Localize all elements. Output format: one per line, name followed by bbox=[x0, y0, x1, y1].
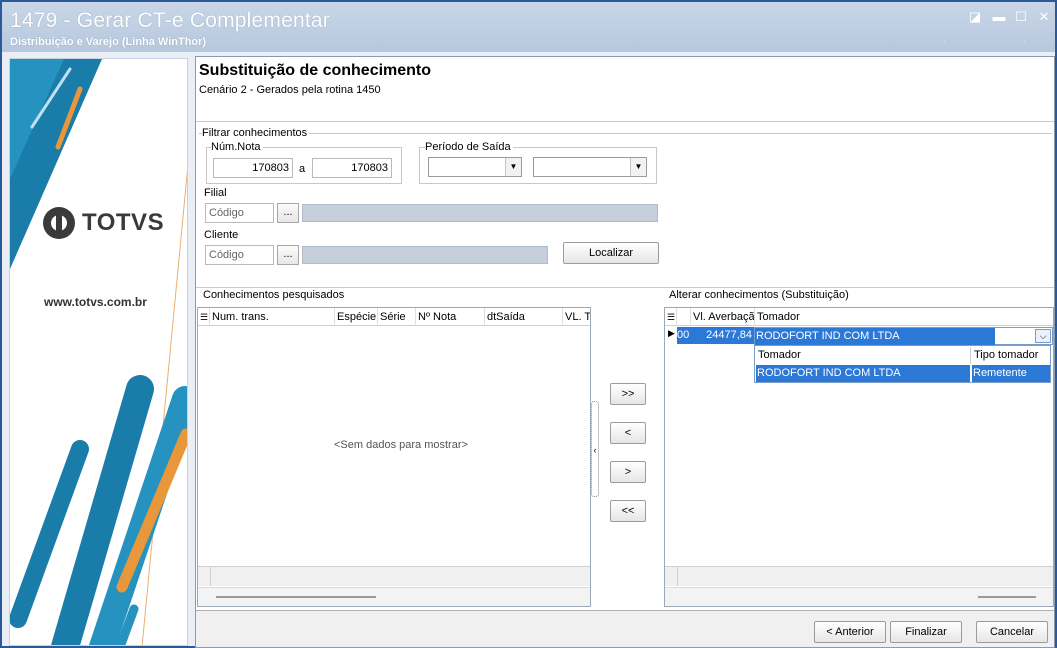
minimize-window-icon[interactable]: ▬ bbox=[992, 10, 1006, 24]
altered-grid-scrollbar[interactable] bbox=[665, 587, 1053, 606]
decorative-dots: · · · bbox=[932, 36, 946, 46]
logo-text: TOTVS bbox=[82, 209, 165, 236]
searched-grid-header: ☰ Num. trans. Espécie Série Nº Nota dtSa… bbox=[198, 308, 590, 326]
filter-divider bbox=[196, 287, 1054, 288]
col-hidden bbox=[677, 308, 691, 326]
move-right-button[interactable]: > bbox=[610, 461, 646, 483]
finalizar-button[interactable]: Finalizar bbox=[890, 621, 962, 643]
col-especie[interactable]: Espécie bbox=[335, 308, 378, 326]
altered-group-label: Alterar conhecimentos (Substituição) bbox=[669, 289, 851, 301]
decorative-dots-2: · · · bbox=[1012, 36, 1026, 46]
website-text: www.totvs.com.br bbox=[44, 295, 147, 309]
brand-sidebar: TOTVS www.totvs.com.br bbox=[9, 58, 188, 646]
anterior-button[interactable]: < Anterior bbox=[814, 621, 886, 643]
filial-name-field bbox=[302, 204, 658, 222]
row-prefix-cell[interactable]: 00 bbox=[677, 327, 691, 344]
searched-grid-footer bbox=[198, 566, 590, 586]
num-nota-separator: a bbox=[299, 163, 308, 175]
tomador-selected-value[interactable]: RODOFORT IND COM LTDA bbox=[755, 328, 995, 345]
col-serie[interactable]: Série bbox=[378, 308, 416, 326]
searched-grid[interactable]: ☰ Num. trans. Espécie Série Nº Nota dtSa… bbox=[197, 307, 591, 607]
page-title: Substituição de conhecimento bbox=[199, 62, 432, 79]
cliente-label: Cliente bbox=[204, 229, 241, 241]
filter-group-label: Filtrar conhecimentos bbox=[202, 127, 310, 139]
move-all-left-button[interactable]: << bbox=[610, 500, 646, 522]
tomador-combo[interactable]: RODOFORT IND COM LTDA ⌵ bbox=[754, 327, 1053, 345]
col-vl-t[interactable]: VL. T bbox=[563, 308, 590, 326]
page-subtitle: Cenário 2 - Gerados pela rotina 1450 bbox=[199, 84, 381, 96]
col-num-trans[interactable]: Num. trans. bbox=[210, 308, 335, 326]
searched-group-label: Conhecimentos pesquisados bbox=[203, 289, 347, 301]
cliente-code-input[interactable]: Código bbox=[205, 245, 274, 265]
num-nota-from-input[interactable]: 170803 bbox=[213, 158, 293, 178]
column-chooser-icon[interactable]: ☰ bbox=[665, 308, 677, 326]
scrollbar-thumb[interactable] bbox=[216, 596, 376, 598]
col-dt-saida[interactable]: dtSaída bbox=[485, 308, 563, 326]
totvs-logo-icon bbox=[43, 207, 75, 239]
altered-grid-footer bbox=[665, 566, 1053, 586]
filial-label: Filial bbox=[204, 187, 229, 199]
periodo-start-combo[interactable]: ▼ bbox=[428, 157, 522, 177]
col-vl-averbacao[interactable]: Vl. Averbaçã bbox=[691, 308, 755, 326]
move-all-right-button[interactable]: >> bbox=[610, 383, 646, 405]
app-window: 1479 - Gerar CT-e Complementar Distribui… bbox=[0, 0, 1057, 648]
cliente-lookup-button[interactable]: ... bbox=[277, 245, 299, 265]
header-divider bbox=[196, 121, 1054, 122]
chevron-down-icon[interactable]: ▼ bbox=[505, 158, 521, 176]
title-bar: 1479 - Gerar CT-e Complementar Distribui… bbox=[2, 2, 1055, 52]
current-row-indicator-icon: ▶ bbox=[668, 328, 675, 338]
restore-window-icon[interactable]: ◪ bbox=[968, 10, 982, 24]
main-content: Substituição de conhecimento Cenário 2 -… bbox=[195, 56, 1055, 648]
move-left-button[interactable]: < bbox=[610, 422, 646, 444]
filial-code-input[interactable]: Código bbox=[205, 203, 274, 223]
col-tomador[interactable]: Tomador bbox=[755, 308, 1053, 326]
periodo-end-combo[interactable]: ▼ bbox=[533, 157, 647, 177]
tomador-dropdown-list[interactable]: Tomador Tipo tomador RODOFORT IND COM LT… bbox=[754, 345, 1051, 383]
dropdown-col-tipo: Tipo tomador bbox=[974, 349, 1039, 361]
chevron-down-icon[interactable]: ▼ bbox=[630, 158, 646, 176]
brand-artwork bbox=[10, 59, 187, 645]
dropdown-option-tomador[interactable]: RODOFORT IND COM LTDA bbox=[756, 365, 970, 382]
cancelar-button[interactable]: Cancelar bbox=[976, 621, 1048, 643]
close-window-icon[interactable]: ✕ bbox=[1037, 10, 1051, 24]
chevron-down-icon[interactable]: ⌵ bbox=[1035, 329, 1051, 343]
window-subtitle: Distribuição e Varejo (Linha WinThor) bbox=[10, 36, 207, 48]
filial-lookup-button[interactable]: ... bbox=[277, 203, 299, 223]
col-num-nota[interactable]: Nº Nota bbox=[416, 308, 485, 326]
scrollbar-thumb[interactable] bbox=[978, 596, 1036, 598]
altered-grid-header: ☰ Vl. Averbaçã Tomador bbox=[665, 308, 1053, 326]
totvs-logo: TOTVS bbox=[43, 207, 164, 239]
panel-splitter[interactable]: ‹ bbox=[591, 401, 599, 497]
window-title: 1479 - Gerar CT-e Complementar bbox=[10, 9, 330, 32]
empty-grid-message: <Sem dados para mostrar> bbox=[334, 439, 468, 451]
searched-grid-scrollbar[interactable] bbox=[198, 587, 590, 606]
num-nota-to-input[interactable]: 170803 bbox=[312, 158, 392, 178]
num-nota-label: Núm.Nota bbox=[211, 141, 263, 153]
wizard-footer: < Anterior Finalizar Cancelar bbox=[196, 610, 1054, 647]
localizar-button[interactable]: Localizar bbox=[563, 242, 659, 264]
maximize-window-icon[interactable]: ☐ bbox=[1014, 10, 1028, 24]
vl-averbacao-cell[interactable]: 24477,84 bbox=[691, 327, 754, 344]
dropdown-option-tipo[interactable]: Remetente bbox=[971, 365, 1050, 382]
cliente-name-field bbox=[302, 246, 548, 264]
column-chooser-icon[interactable]: ☰ bbox=[198, 308, 210, 326]
dropdown-col-tomador: Tomador bbox=[755, 347, 971, 364]
periodo-label: Período de Saída bbox=[425, 141, 513, 153]
